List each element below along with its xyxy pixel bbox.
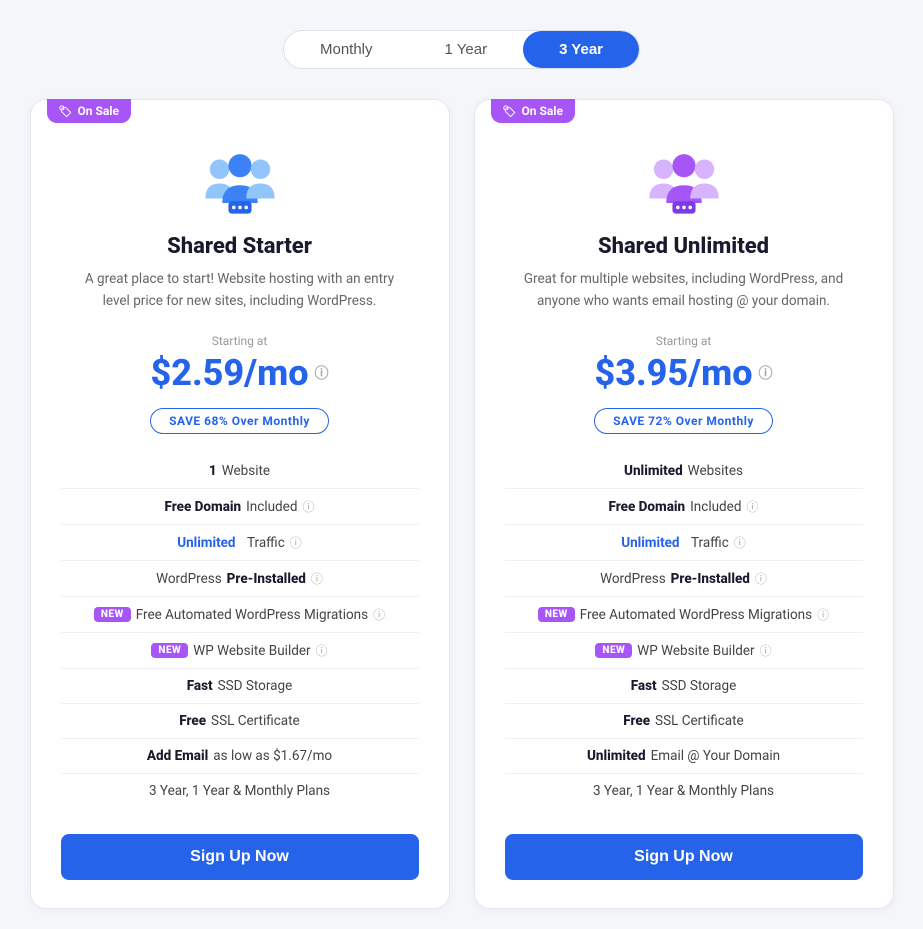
on-sale-badge: On Sale — [491, 99, 575, 123]
help-icon[interactable]: ⓘ — [316, 642, 328, 659]
list-item: Unlimited Traffic ⓘ — [61, 525, 419, 561]
new-badge: NEW — [595, 643, 632, 658]
feat-bold: Pre-Installed — [671, 571, 750, 587]
help-icon[interactable]: ⓘ — [755, 570, 767, 587]
tab-1year[interactable]: 1 Year — [409, 31, 524, 68]
new-badge: NEW — [94, 607, 131, 622]
list-item: NEW Free Automated WordPress Migrations … — [505, 597, 863, 633]
list-item: Add Email as low as $1.67/mo — [61, 739, 419, 774]
shared-starter-save-badge: SAVE 68% Over Monthly — [150, 408, 329, 434]
feat-blue: Unlimited — [621, 535, 679, 551]
shared-starter-icon — [61, 148, 419, 218]
help-icon[interactable]: ⓘ — [760, 642, 772, 659]
shared-starter-signup-button[interactable]: Sign Up Now — [61, 834, 419, 880]
shared-unlimited-description: Great for multiple websites, including W… — [505, 269, 863, 312]
shared-starter-pricing-label: Starting at — [61, 334, 419, 348]
list-item: Free Domain Included ⓘ — [505, 489, 863, 525]
feat-bold: Add Email — [147, 748, 208, 764]
feat-bold: Unlimited — [587, 748, 646, 764]
shared-unlimited-icon — [505, 148, 863, 218]
shared-starter-price-help[interactable]: ⓘ — [315, 363, 329, 383]
card-shared-starter: On Sale Shared Starter A great place to s… — [30, 99, 450, 909]
list-item: Unlimited Email @ Your Domain — [505, 739, 863, 774]
list-item: Free Domain Included ⓘ — [61, 489, 419, 525]
shared-unlimited-title: Shared Unlimited — [505, 234, 863, 259]
shared-starter-description: A great place to start! Website hosting … — [61, 269, 419, 312]
feat-bold: Fast — [631, 678, 657, 694]
list-item: 1 Website — [61, 454, 419, 489]
list-item: 3 Year, 1 Year & Monthly Plans — [61, 774, 419, 808]
billing-toggle[interactable]: Monthly 1 Year 3 Year — [283, 30, 640, 69]
shared-unlimited-save-badge: SAVE 72% Over Monthly — [594, 408, 773, 434]
feat-bold: 1 — [209, 463, 217, 479]
list-item: Unlimited Websites — [505, 454, 863, 489]
shared-starter-price-value: $2.59/mo — [150, 352, 308, 394]
shared-unlimited-price-value: $3.95/mo — [594, 352, 752, 394]
on-sale-badge: On Sale — [47, 99, 131, 123]
list-item: Fast SSD Storage — [505, 669, 863, 704]
help-icon[interactable]: ⓘ — [290, 534, 302, 551]
help-icon[interactable]: ⓘ — [311, 570, 323, 587]
feat-bold: Unlimited — [624, 463, 683, 479]
cards-container: On Sale Shared Starter A great place to s… — [20, 99, 903, 909]
list-item: Fast SSD Storage — [61, 669, 419, 704]
card-shared-unlimited: On Sale Shared Unlimited Great for multip… — [474, 99, 894, 909]
feat-bold: Free — [179, 713, 206, 729]
shared-unlimited-price-help[interactable]: ⓘ — [759, 363, 773, 383]
shared-unlimited-price: $3.95/mo ⓘ — [505, 352, 863, 394]
tab-monthly[interactable]: Monthly — [284, 31, 409, 68]
feat-bold: Pre-Installed — [227, 571, 306, 587]
list-item: Free SSL Certificate — [505, 704, 863, 739]
help-icon[interactable]: ⓘ — [302, 498, 314, 515]
list-item: Free SSL Certificate — [61, 704, 419, 739]
help-icon[interactable]: ⓘ — [373, 606, 385, 623]
list-item: WordPress Pre-Installed ⓘ — [505, 561, 863, 597]
feat-bold: Free — [623, 713, 650, 729]
shared-unlimited-signup-button[interactable]: Sign Up Now — [505, 834, 863, 880]
list-item: NEW WP Website Builder ⓘ — [505, 633, 863, 669]
new-badge: NEW — [538, 607, 575, 622]
feat-bold: Free Domain — [165, 499, 242, 515]
shared-unlimited-pricing-label: Starting at — [505, 334, 863, 348]
list-item: 3 Year, 1 Year & Monthly Plans — [505, 774, 863, 808]
shared-starter-price: $2.59/mo ⓘ — [61, 352, 419, 394]
help-icon[interactable]: ⓘ — [746, 498, 758, 515]
shared-starter-features: 1 WebsiteFree Domain Included ⓘUnlimited… — [61, 454, 419, 808]
help-icon[interactable]: ⓘ — [734, 534, 746, 551]
list-item: NEW Free Automated WordPress Migrations … — [61, 597, 419, 633]
tab-3year[interactable]: 3 Year — [523, 31, 639, 68]
feat-bold: Fast — [187, 678, 213, 694]
shared-unlimited-features: Unlimited WebsitesFree Domain Included ⓘ… — [505, 454, 863, 808]
feat-bold: Free Domain — [609, 499, 686, 515]
list-item: Unlimited Traffic ⓘ — [505, 525, 863, 561]
feat-blue: Unlimited — [177, 535, 235, 551]
help-icon[interactable]: ⓘ — [817, 606, 829, 623]
shared-starter-title: Shared Starter — [61, 234, 419, 259]
list-item: NEW WP Website Builder ⓘ — [61, 633, 419, 669]
list-item: WordPress Pre-Installed ⓘ — [61, 561, 419, 597]
new-badge: NEW — [151, 643, 188, 658]
